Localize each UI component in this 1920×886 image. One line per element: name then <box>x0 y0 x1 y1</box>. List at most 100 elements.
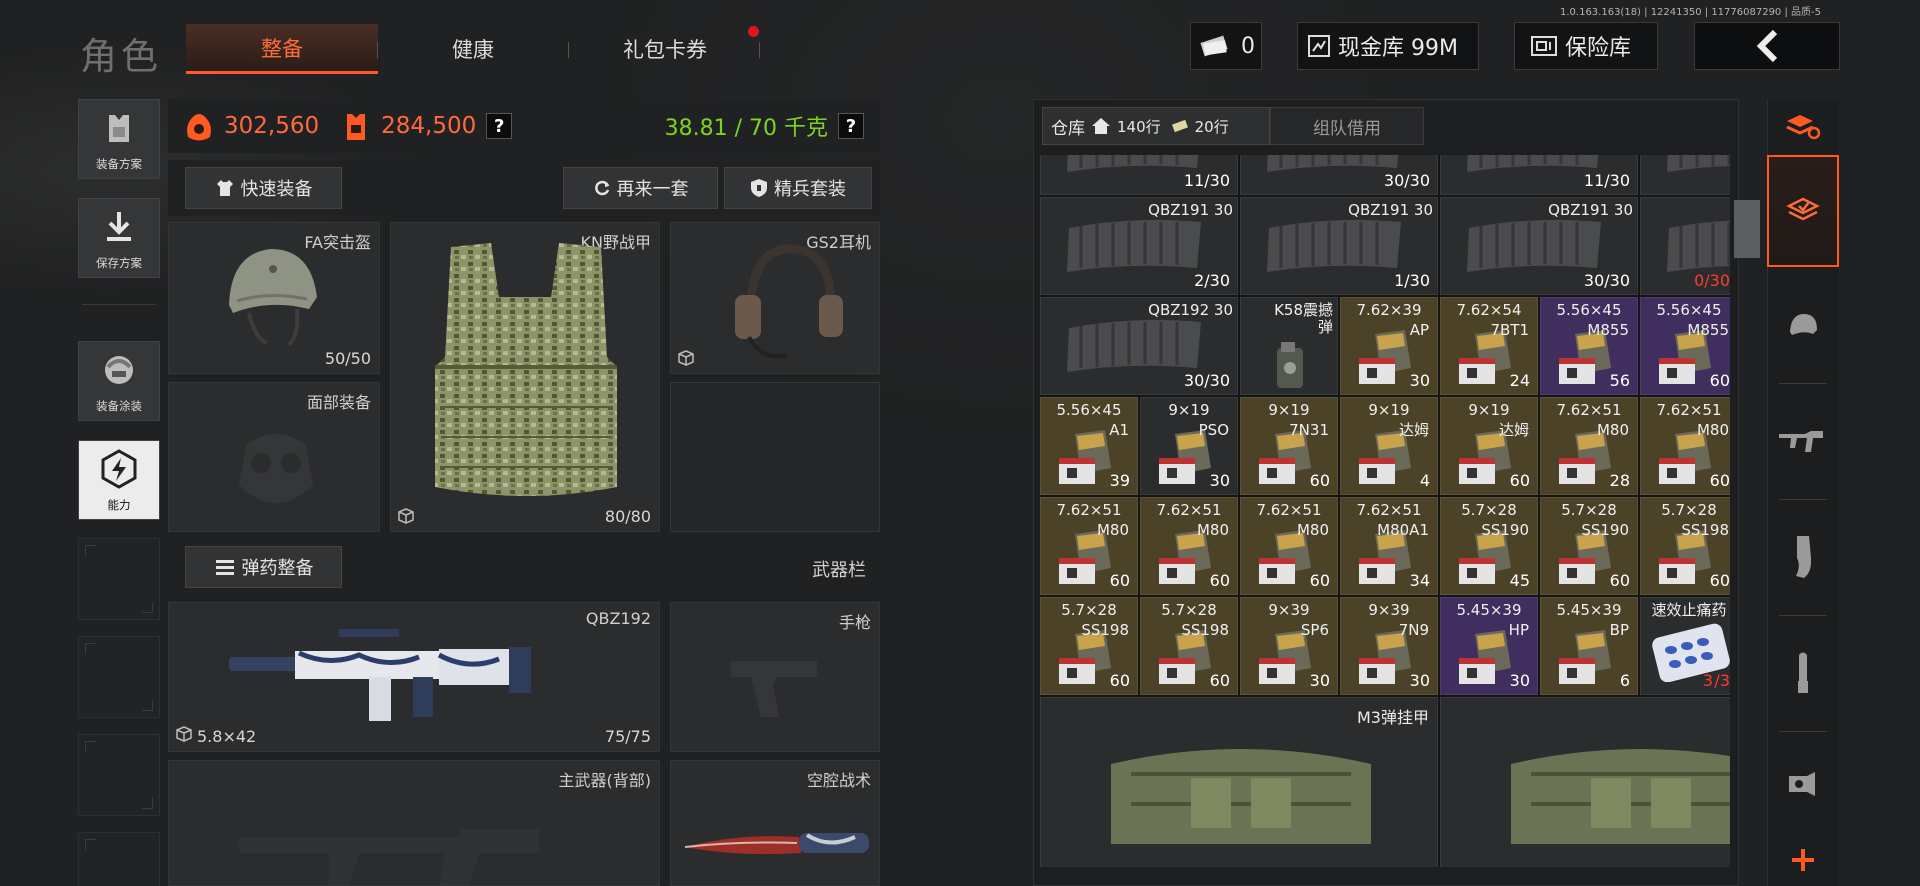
category-helmet[interactable] <box>1767 270 1839 380</box>
team-borrow-tab[interactable]: 组队借用 <box>1270 107 1424 145</box>
tab-gift-coupons[interactable]: 礼包卡券 <box>570 24 760 74</box>
item-name: 7.62×51 <box>1056 501 1122 519</box>
medicine-item[interactable]: 速效止痛药 3/3 <box>1640 597 1730 695</box>
vest-item[interactable]: RAP简易 <box>1440 697 1730 867</box>
face-gear-slot[interactable]: 面部装备 <box>168 382 380 532</box>
magazine-item[interactable]: 11/30 <box>1040 155 1238 195</box>
value-help-icon[interactable]: ? <box>486 113 513 139</box>
tab-health[interactable]: 健康 <box>378 24 568 74</box>
page-title: 角色 <box>80 35 162 78</box>
elite-set-button[interactable]: 精兵套装 <box>724 167 872 209</box>
quick-equip-button[interactable]: 快速装备 <box>185 167 342 209</box>
ammo-item[interactable]: 9×19 PSO 30 <box>1140 397 1238 495</box>
one-more-set-button[interactable]: 再来一套 <box>563 167 718 209</box>
team-borrow-label: 组队借用 <box>1313 118 1381 139</box>
vest-item[interactable]: M3弹挂甲 <box>1040 697 1438 867</box>
ammo-item[interactable]: 5.7×28 SS198 60 <box>1140 597 1238 695</box>
ammo-item[interactable]: 5.7×28 SS198 60 <box>1640 497 1730 595</box>
item-count: 11/30 <box>1183 171 1230 190</box>
category-ammo[interactable] <box>1767 618 1839 728</box>
magazine-item[interactable]: QBZ191 30 2/30 <box>1040 197 1238 295</box>
ammo-item[interactable]: 9×19 达姆 4 <box>1340 397 1438 495</box>
item-name: 5.7×28 <box>1461 501 1517 519</box>
ammo-item[interactable]: 9×39 SP6 30 <box>1240 597 1338 695</box>
ammo-item[interactable]: 7.62×51 M80 60 <box>1640 397 1730 495</box>
stash-tab[interactable]: 仓库 140行 20行 <box>1042 107 1270 145</box>
magazine-item[interactable]: QBZ192 30 30/30 <box>1040 297 1238 395</box>
pistol-slot[interactable]: 手枪 <box>670 602 880 752</box>
grenade-item[interactable]: K58震撼弹 <box>1240 297 1338 395</box>
helmet-slot[interactable]: FA突击盔 50/50 <box>168 222 380 374</box>
safe-icon <box>1531 36 1557 56</box>
empty-gear-slot[interactable] <box>670 382 880 532</box>
ammo-prep-button[interactable]: 弹药整备 <box>185 546 342 588</box>
item-name: 7.62×51 <box>1656 401 1722 419</box>
empty-ability-slot[interactable] <box>78 734 160 816</box>
loadout-plan-button[interactable]: 装备方案 <box>78 99 160 179</box>
ammo-item[interactable]: 5.56×45 M855 56 <box>1540 297 1638 395</box>
item-name: 5.45×39 <box>1556 601 1622 619</box>
add-category-button[interactable] <box>1767 834 1839 886</box>
back-button[interactable] <box>1694 22 1840 70</box>
tab-divider <box>759 42 760 58</box>
category-attachment[interactable] <box>1767 734 1839 834</box>
magazine-item[interactable]: QBZ191 30 1/30 <box>1240 197 1438 295</box>
ammo-item[interactable]: 7.62×54 7BT1 24 <box>1440 297 1538 395</box>
ammo-item[interactable]: 5.7×28 SS190 60 <box>1540 497 1638 595</box>
category-sort-button[interactable] <box>1767 100 1839 152</box>
item-count: 60 <box>1209 671 1230 690</box>
body-armor-slot[interactable]: KN野战甲 80/80 <box>390 222 660 532</box>
gear-skin-button[interactable]: 装备涂装 <box>78 341 160 421</box>
item-name: 5.56×45 <box>1656 301 1722 319</box>
weapon-bar-label: 武器栏 <box>812 560 866 581</box>
ammo-item[interactable]: 7.62×51 M80A1 34 <box>1340 497 1438 595</box>
ammo-type: SS190 <box>1481 521 1529 539</box>
empty-ability-slot[interactable] <box>78 636 160 718</box>
ammo-item[interactable]: 7.62×51 M80 60 <box>1040 497 1138 595</box>
category-all[interactable] <box>1767 155 1839 267</box>
one-more-set-label: 再来一套 <box>616 179 689 200</box>
item-name: 9×19 <box>1468 401 1510 419</box>
stash-scrollbar[interactable] <box>1734 200 1760 258</box>
magazine-item[interactable] <box>1640 155 1730 195</box>
magazine-item[interactable]: 30/30 <box>1240 155 1438 195</box>
ammo-item[interactable]: 7.62×51 M80 60 <box>1240 497 1338 595</box>
ammo-item[interactable]: 5.56×45 A1 39 <box>1040 397 1138 495</box>
magazine-item[interactable]: 11/30 <box>1440 155 1638 195</box>
tab-loadout[interactable]: 整备 <box>186 24 378 74</box>
save-plan-label: 保存方案 <box>96 256 142 270</box>
magazine-item[interactable]: 0/30 <box>1640 197 1730 295</box>
save-plan-button[interactable]: 保存方案 <box>78 198 160 278</box>
ticket-counter[interactable]: 0 <box>1190 22 1262 70</box>
empty-ability-slot[interactable] <box>78 538 160 620</box>
ammo-item[interactable]: 7.62×51 M80 60 <box>1140 497 1238 595</box>
primary-weapon-slot[interactable]: QBZ192 5.8×42 75/75 <box>168 602 660 752</box>
ability-button[interactable]: 能力 <box>78 440 160 520</box>
ammo-type: SP6 <box>1300 621 1329 639</box>
magazine-item[interactable]: QBZ191 30 30/30 <box>1440 197 1638 295</box>
ammo-type: PSO <box>1198 421 1229 439</box>
backup-weapon-slot[interactable]: 主武器(背部) <box>168 760 660 886</box>
ammo-item[interactable]: 9×19 7N31 60 <box>1240 397 1338 495</box>
headset-slot[interactable]: GS2耳机 <box>670 222 880 374</box>
category-weapon[interactable] <box>1767 386 1839 496</box>
weight-help-icon[interactable]: ? <box>838 113 864 139</box>
ammo-item[interactable]: 5.7×28 SS190 45 <box>1440 497 1538 595</box>
ammo-item[interactable]: 5.45×39 BP 6 <box>1540 597 1638 695</box>
cash-vault-button[interactable]: 现金库 99M <box>1297 22 1479 70</box>
primary-weapon-ammo: 75/75 <box>604 727 651 746</box>
ammo-item[interactable]: 5.56×45 M855 60 <box>1640 297 1730 395</box>
ammo-item[interactable]: 9×39 7N9 30 <box>1340 597 1438 695</box>
ammo-item[interactable]: 9×19 达姆 60 <box>1440 397 1538 495</box>
ammo-item[interactable]: 7.62×39 AP 30 <box>1340 297 1438 395</box>
empty-ability-slot[interactable] <box>78 832 160 886</box>
ammo-item[interactable]: 7.62×51 M80 28 <box>1540 397 1638 495</box>
melee-slot[interactable]: 空腔战术 <box>670 760 880 886</box>
item-name: 5.7×28 <box>1661 501 1717 519</box>
ammo-item[interactable]: 5.7×28 SS198 60 <box>1040 597 1138 695</box>
category-magazine[interactable] <box>1767 502 1839 612</box>
item-count: 30 <box>1409 671 1430 690</box>
item-count: 28 <box>1609 471 1630 490</box>
insurance-vault-button[interactable]: 保险库 <box>1514 22 1658 70</box>
ammo-item[interactable]: 5.45×39 HP 30 <box>1440 597 1538 695</box>
